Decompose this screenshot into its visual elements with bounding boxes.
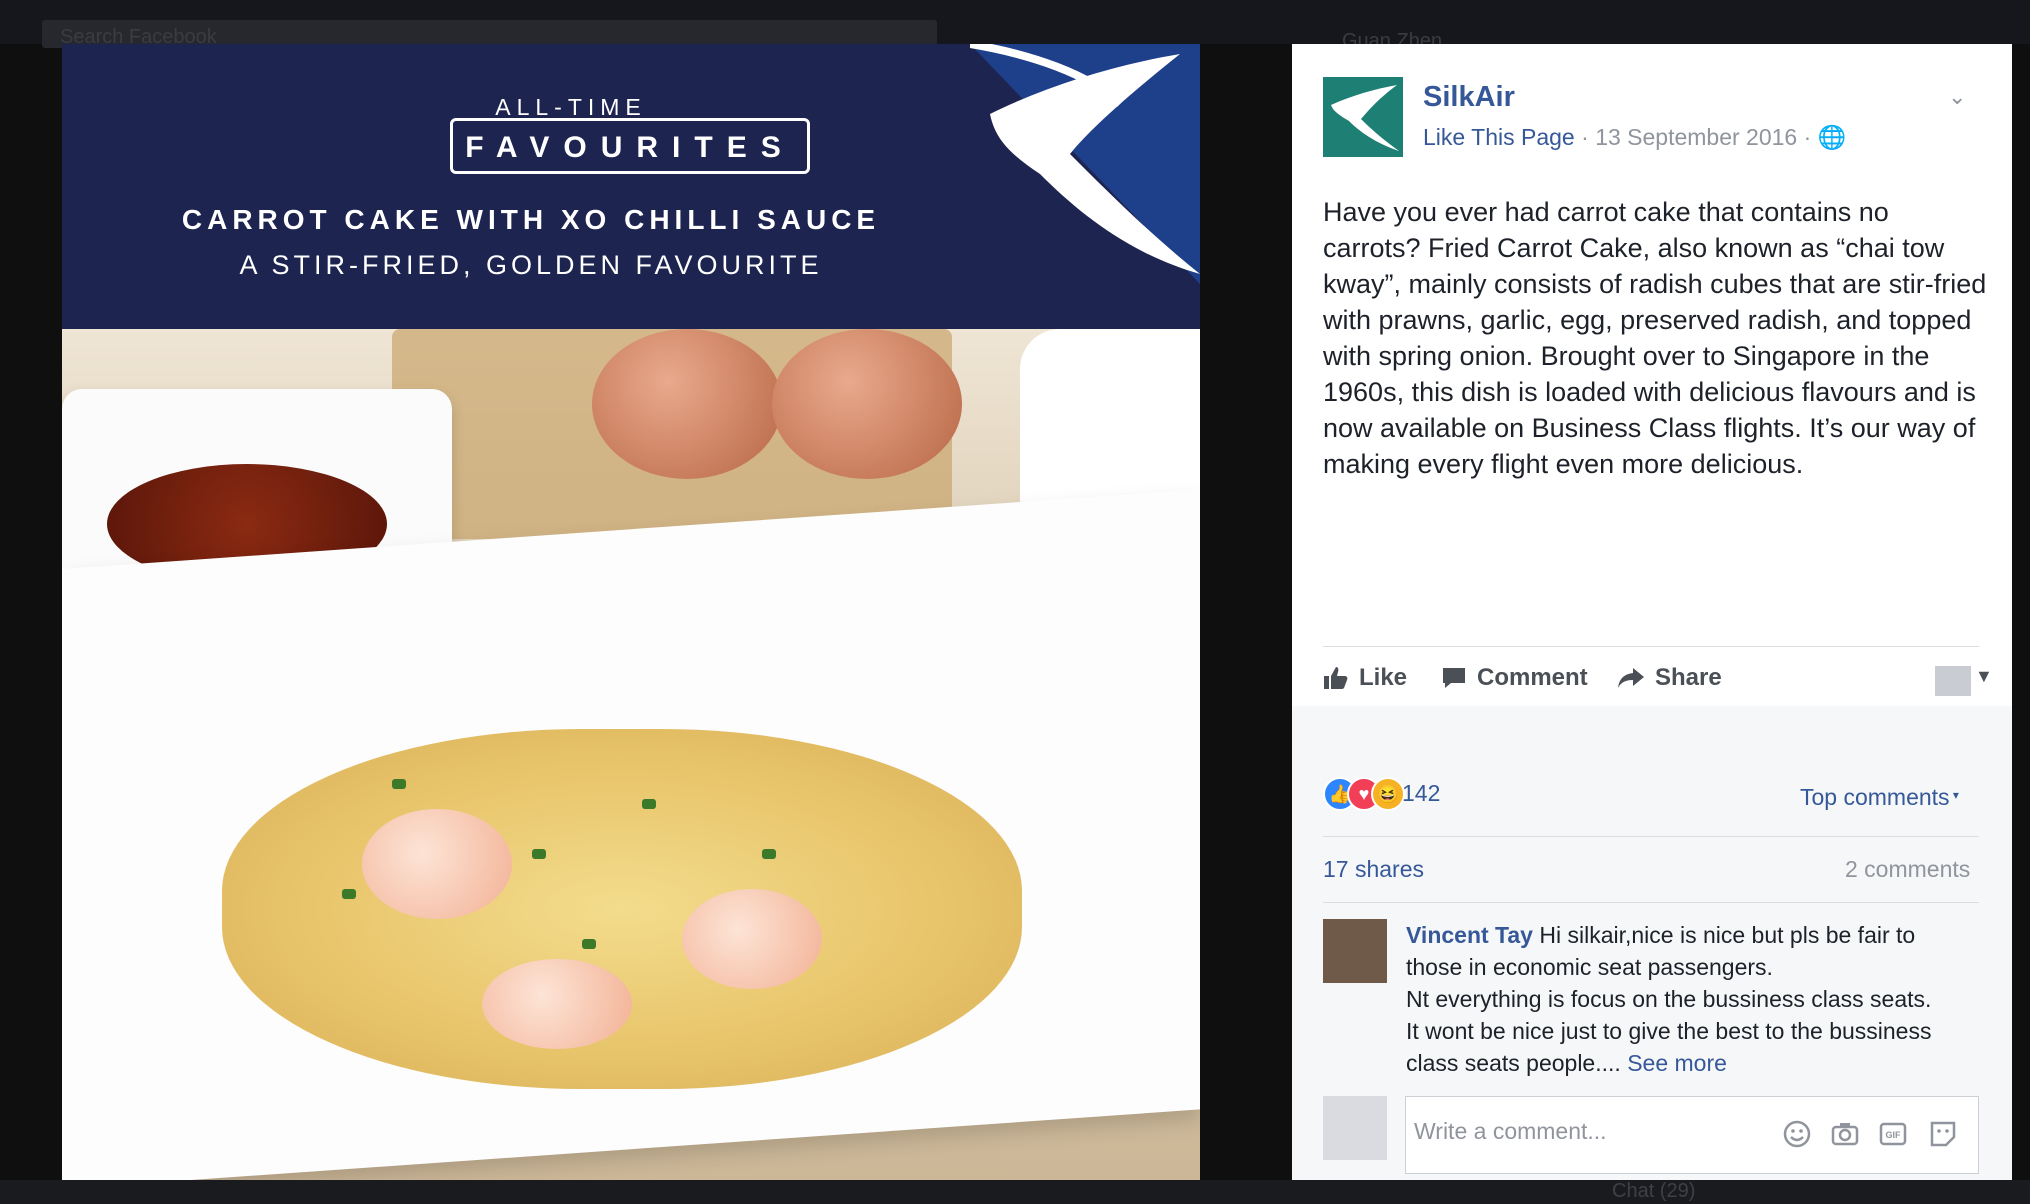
chat-label[interactable]: Chat (29) bbox=[1612, 1180, 1695, 1203]
scallion bbox=[582, 939, 596, 949]
background-footer: Chat (29) bbox=[0, 1180, 2030, 1204]
top-comments-dropdown[interactable]: Top comments ▾ bbox=[1800, 784, 1959, 811]
scallion bbox=[342, 889, 356, 899]
comment-body: Vincent Tay Hi silkair,nice is nice but … bbox=[1406, 919, 1976, 1079]
scallion bbox=[532, 849, 546, 859]
like-button[interactable]: Like bbox=[1323, 664, 1407, 692]
share-label: Share bbox=[1655, 664, 1722, 691]
post-body: Have you ever had carrot cake that conta… bbox=[1323, 197, 1987, 479]
food-photo bbox=[62, 329, 1200, 1180]
scallion bbox=[392, 779, 406, 789]
share-button[interactable]: Share bbox=[1617, 664, 1722, 692]
comment-label: Comment bbox=[1477, 664, 1588, 691]
sticker-icon[interactable] bbox=[1928, 1119, 1958, 1149]
avatar[interactable] bbox=[1323, 919, 1387, 983]
comment-composer[interactable]: GIF bbox=[1405, 1096, 1979, 1174]
post-date[interactable]: 13 September 2016 bbox=[1595, 124, 1797, 150]
camera-icon[interactable] bbox=[1830, 1119, 1860, 1149]
facebook-top-bar: Search Facebook Guan Zhen bbox=[0, 0, 2030, 52]
comments-count[interactable]: 2 comments bbox=[1845, 856, 1970, 883]
post-actions: Like Comment Share ▼ bbox=[1323, 656, 1993, 706]
post-as-avatar[interactable] bbox=[1935, 666, 1971, 696]
divider bbox=[1323, 836, 1979, 837]
haha-reaction-icon: 😆 bbox=[1371, 777, 1405, 811]
avatar bbox=[1323, 1096, 1387, 1160]
reaction-count[interactable]: 142 bbox=[1402, 780, 1440, 807]
post-photo[interactable]: ALL-TIME FAVOURITES CARROT CAKE WITH XO … bbox=[62, 44, 1200, 1180]
banner-subheadline: A STIR-FRIED, GOLDEN FAVOURITE bbox=[239, 250, 823, 280]
banner-headline: CARROT CAKE WITH XO CHILLI SAUCE bbox=[181, 204, 881, 235]
emoji-icon[interactable] bbox=[1782, 1119, 1812, 1149]
badge-text: FAVOURITES bbox=[465, 131, 795, 164]
divider bbox=[1323, 902, 1979, 903]
comment-text-2: Nt everything is focus on the bussiness … bbox=[1406, 986, 1932, 1012]
photo-banner: ALL-TIME FAVOURITES CARROT CAKE WITH XO … bbox=[62, 44, 1200, 329]
favourites-badge: FAVOURITES bbox=[450, 118, 810, 174]
comment-item: Vincent Tay Hi silkair,nice is nice but … bbox=[1323, 919, 1983, 1119]
shares-link[interactable]: 17 shares bbox=[1323, 856, 1424, 883]
meta-separator: · bbox=[1581, 124, 1596, 150]
comment-button[interactable]: Comment bbox=[1441, 664, 1588, 692]
shrimp bbox=[362, 809, 512, 919]
egg bbox=[772, 329, 962, 479]
gif-icon[interactable]: GIF bbox=[1878, 1119, 1908, 1149]
shrimp bbox=[482, 959, 632, 1049]
egg bbox=[592, 329, 782, 479]
comment-author[interactable]: Vincent Tay bbox=[1406, 922, 1533, 948]
post-side-panel: SilkAir Like This Page · 13 September 20… bbox=[1292, 44, 2012, 1180]
page-name-link[interactable]: SilkAir bbox=[1423, 81, 1515, 114]
caret-down-icon[interactable]: ▼ bbox=[1975, 666, 1993, 687]
page-avatar[interactable] bbox=[1323, 77, 1403, 157]
caret-down-icon: ▾ bbox=[1949, 788, 1959, 802]
thumbs-up-icon bbox=[1324, 667, 1348, 689]
divider bbox=[1323, 646, 1979, 647]
chevron-down-icon[interactable]: ⌄ bbox=[1948, 84, 1966, 110]
comment-input[interactable] bbox=[1412, 1117, 1776, 1146]
meta-separator: · bbox=[1803, 124, 1818, 150]
see-more-link[interactable]: See more bbox=[1627, 1050, 1727, 1076]
share-arrow-icon bbox=[1618, 668, 1644, 688]
globe-icon: 🌐 bbox=[1817, 124, 1847, 150]
silkair-bird-icon bbox=[1331, 85, 1399, 151]
comment-icon bbox=[1443, 668, 1465, 688]
carrot-cake bbox=[222, 729, 1022, 1089]
post-meta: Like This Page · 13 September 2016 · 🌐 bbox=[1423, 124, 1846, 151]
shrimp bbox=[682, 889, 822, 989]
banner-kicker: ALL-TIME bbox=[495, 94, 647, 120]
silkair-bird-logo bbox=[970, 44, 1200, 274]
scallion bbox=[642, 799, 656, 809]
scallion bbox=[762, 849, 776, 859]
like-page-link[interactable]: Like This Page bbox=[1423, 124, 1575, 150]
top-comments-label: Top comments bbox=[1800, 784, 1950, 810]
svg-text:GIF: GIF bbox=[1886, 1130, 1902, 1140]
like-label: Like bbox=[1359, 664, 1408, 691]
